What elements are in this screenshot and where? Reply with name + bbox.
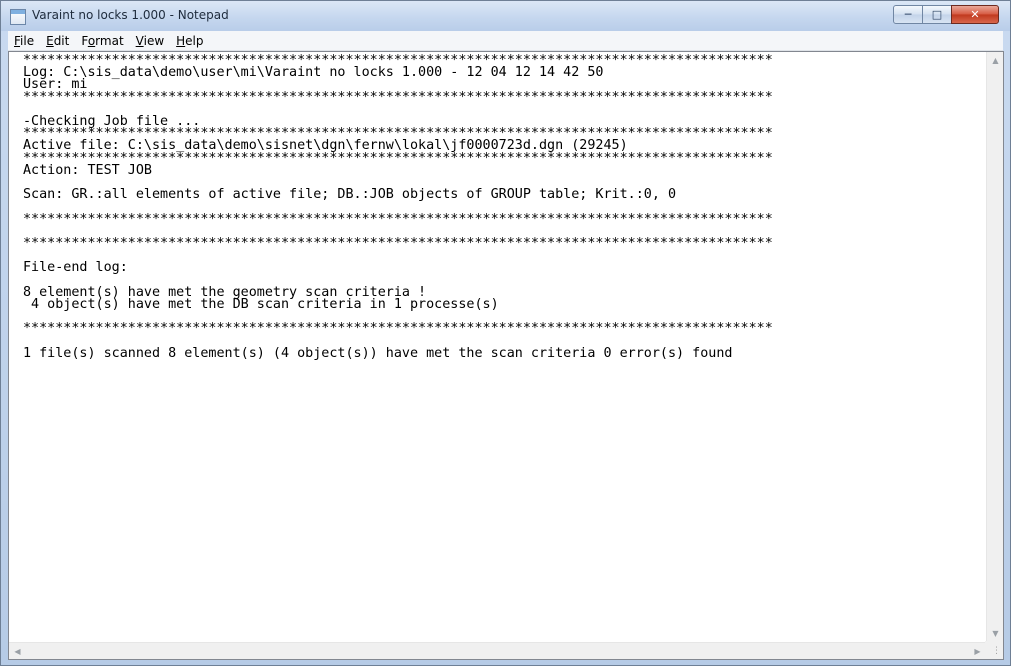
menu-edit-accel: E: [46, 33, 54, 48]
menu-format[interactable]: Format: [75, 34, 129, 48]
text-line: ****************************************…: [23, 236, 773, 252]
menu-file[interactable]: File: [8, 34, 40, 48]
text-line: Scan: GR.:all elements of active file; D…: [23, 187, 677, 203]
close-button[interactable]: ✕: [951, 5, 999, 24]
menu-bar: File Edit Format View Help: [8, 31, 1003, 51]
menu-view[interactable]: View: [130, 34, 170, 48]
text-line: ****************************************…: [23, 89, 773, 105]
horizontal-scrollbar[interactable]: ◀ ▶: [9, 642, 986, 659]
scroll-left-icon[interactable]: ◀: [9, 643, 26, 660]
text-line: ****************************************…: [23, 321, 773, 337]
scroll-down-icon[interactable]: ▼: [987, 625, 1004, 642]
notepad-icon[interactable]: [10, 9, 26, 25]
scroll-up-icon[interactable]: ▲: [987, 52, 1004, 69]
minimize-icon: ─: [904, 8, 912, 21]
close-icon: ✕: [970, 8, 980, 21]
menu-help[interactable]: Help: [170, 34, 209, 48]
text-line: 1 file(s) scanned 8 element(s) (4 object…: [23, 345, 733, 361]
maximize-button[interactable]: □: [922, 5, 952, 24]
text-line: ****************************************…: [23, 211, 773, 227]
title-bar[interactable]: Varaint no locks 1.000 - Notepad ─ □ ✕: [1, 1, 1010, 31]
window-title: Varaint no locks 1.000 - Notepad: [32, 8, 229, 22]
text-editor[interactable]: ****************************************…: [9, 52, 986, 642]
text-line: Log: C:\sis_data\demo\user\mi\Varaint no…: [23, 65, 604, 81]
menu-format-label: rmat: [95, 33, 124, 48]
resize-grip[interactable]: ⋮: [985, 641, 1003, 659]
text-line: File-end log:: [23, 260, 128, 276]
scroll-right-icon[interactable]: ▶: [969, 643, 986, 660]
vertical-scrollbar[interactable]: ▲ ▼: [986, 52, 1003, 642]
menu-view-accel: V: [135, 33, 144, 48]
notepad-window: Varaint no locks 1.000 - Notepad ─ □ ✕ F…: [0, 0, 1011, 666]
menu-edit-label: dit: [53, 33, 70, 48]
text-line: Action: TEST JOB: [23, 162, 152, 178]
maximize-icon: □: [931, 8, 943, 21]
minimize-button[interactable]: ─: [893, 5, 923, 24]
menu-edit[interactable]: Edit: [40, 34, 75, 48]
document-text: ****************************************…: [9, 52, 986, 360]
menu-help-label: elp: [185, 33, 204, 48]
resize-grip-icon: ⋮: [992, 646, 1001, 656]
editor-frame: ****************************************…: [8, 51, 1004, 660]
menu-file-label: ile: [20, 33, 35, 48]
menu-help-accel: H: [176, 33, 186, 48]
text-line: 4 object(s) have met the DB scan criteri…: [23, 297, 499, 313]
menu-view-label: iew: [143, 33, 165, 48]
